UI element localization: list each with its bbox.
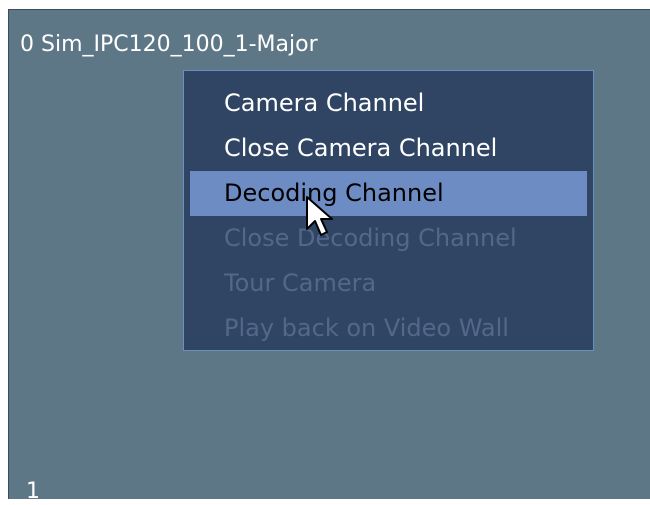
context-menu: Camera Channel Close Camera Channel Deco… (183, 70, 594, 351)
menu-item-decoding-channel[interactable]: Decoding Channel (190, 171, 587, 216)
channel-index: 1 (26, 479, 40, 504)
channel-title: 0 Sim_IPC120_100_1-Major (20, 32, 318, 57)
menu-item-tour-camera: Tour Camera (224, 269, 377, 297)
mouse-pointer-icon (306, 196, 333, 236)
menu-item-close-camera-channel[interactable]: Close Camera Channel (184, 126, 593, 171)
video-window[interactable]: 0 Sim_IPC120_100_1-Major Camera Channel … (8, 9, 650, 504)
menu-item-close-decoding-channel: Close Decoding Channel (224, 224, 517, 252)
menu-item-camera-channel[interactable]: Camera Channel (184, 81, 593, 126)
menu-item-play-back-on-video-wall: Play back on Video Wall (224, 314, 509, 342)
